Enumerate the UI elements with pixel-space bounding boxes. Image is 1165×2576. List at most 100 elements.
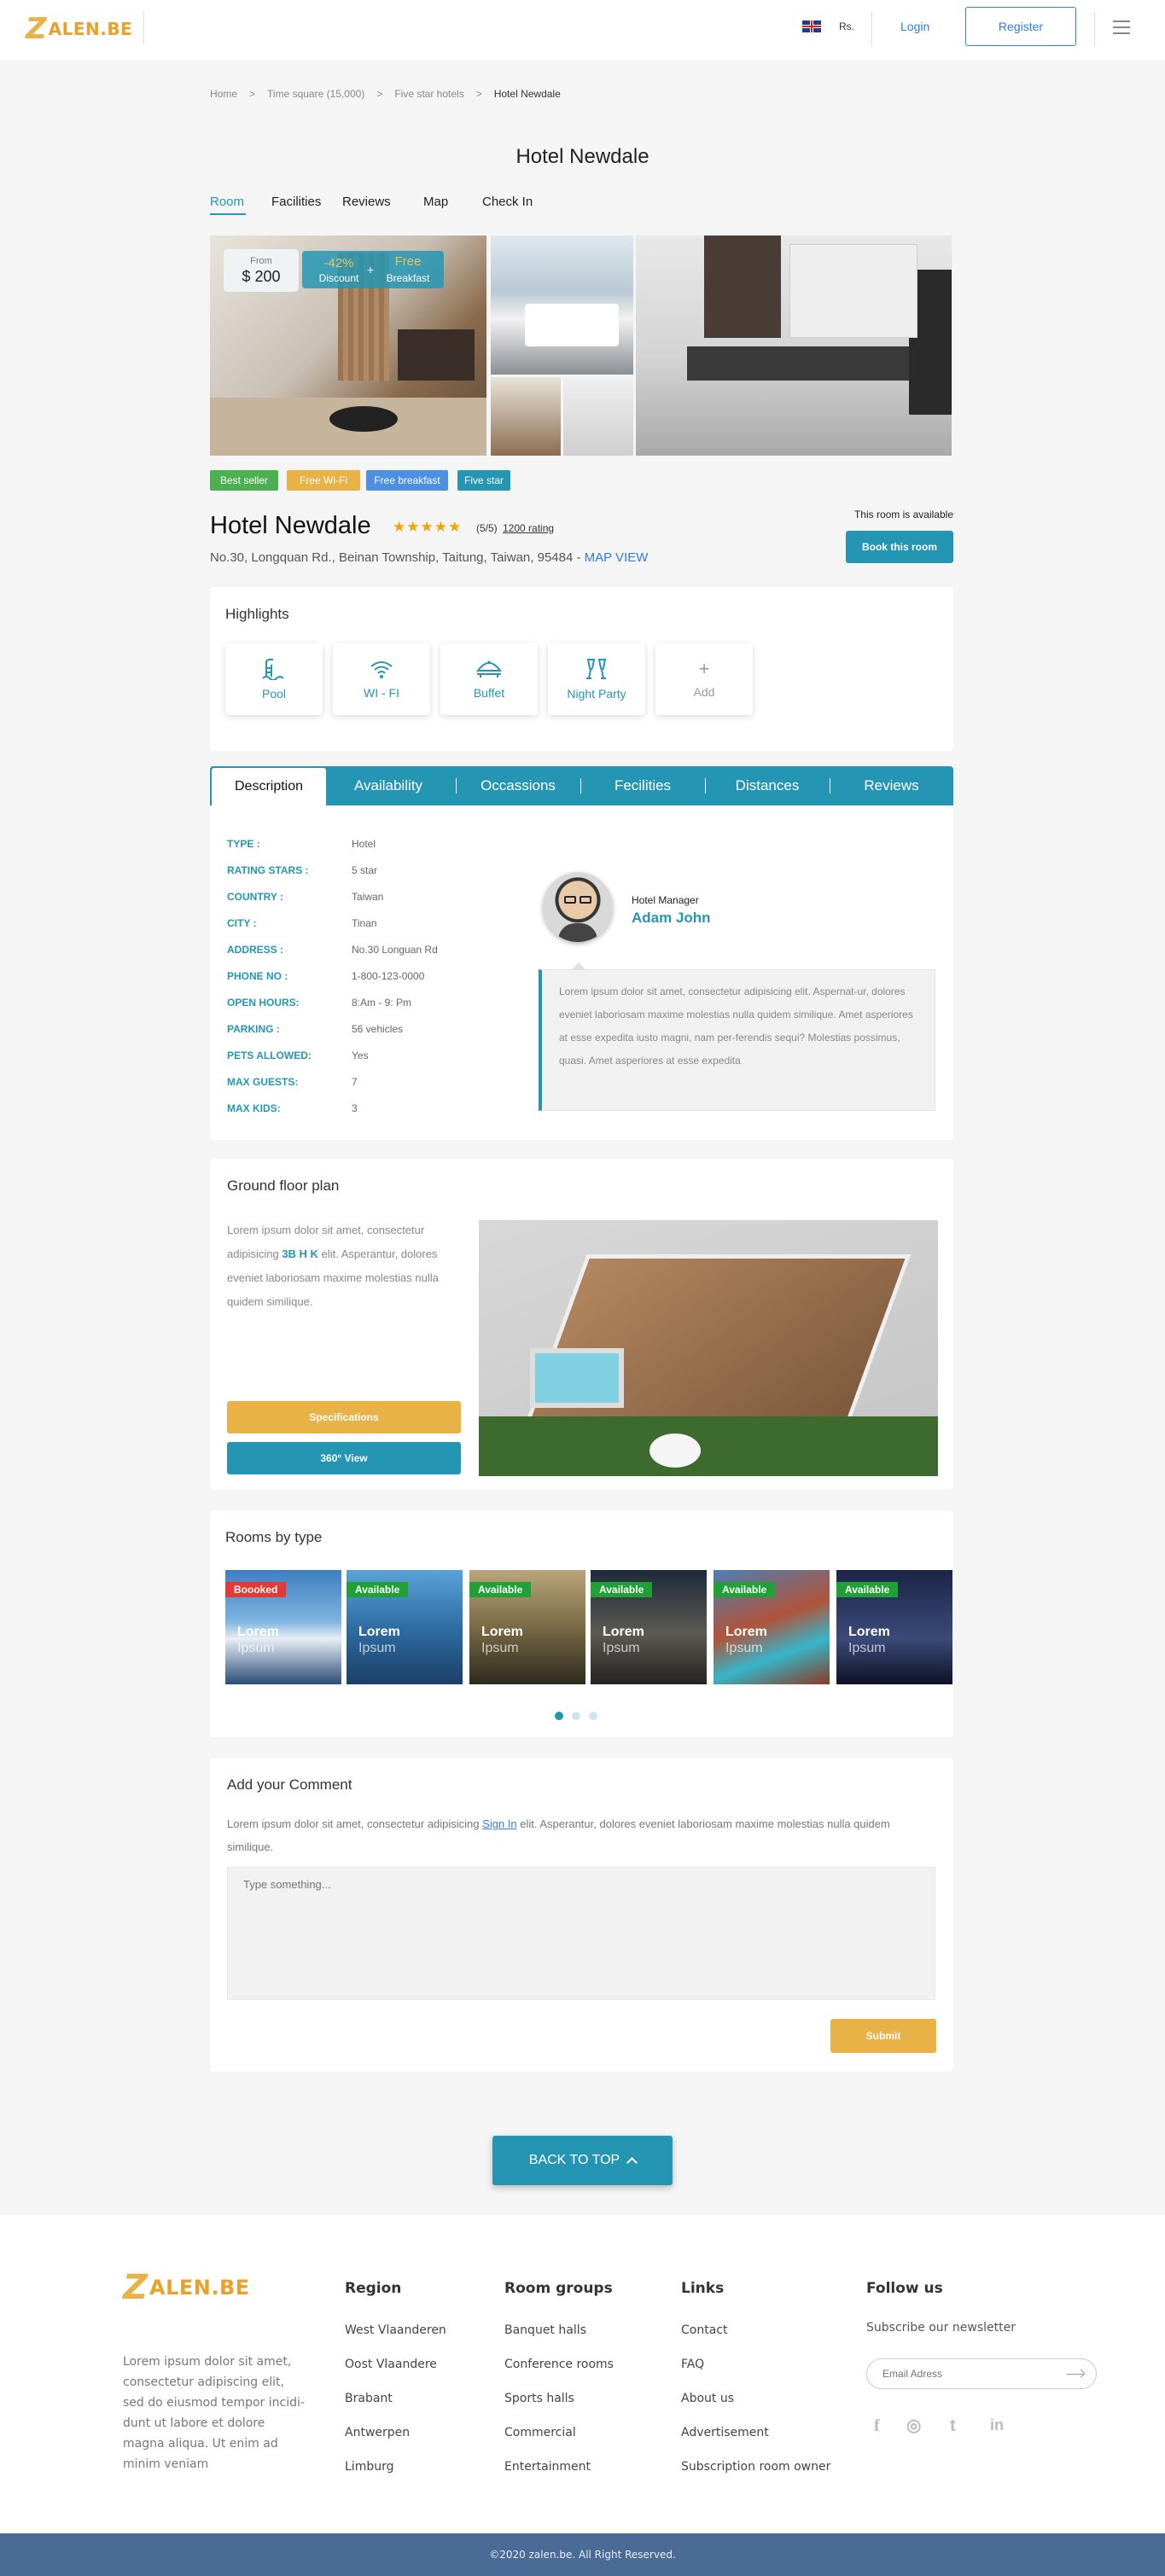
party-icon — [586, 659, 607, 679]
comment-textarea[interactable] — [227, 1867, 935, 2000]
footer-group-link[interactable]: Commercial — [504, 2426, 576, 2439]
breadcrumb-city[interactable]: Time square (15,000) — [267, 88, 364, 100]
logo-mark: Z — [26, 12, 47, 46]
carousel-dot[interactable] — [589, 1712, 597, 1720]
site-header: Z ALEN.BE Rs. Login Register — [0, 0, 1165, 61]
highlights-card: Highlights Pool WI - FI Buffet Night Par… — [210, 587, 953, 751]
tab-description[interactable]: Description — [212, 768, 326, 805]
email-input[interactable] — [882, 2366, 1045, 2381]
site-logo[interactable]: Z ALEN.BE — [26, 12, 132, 46]
tab-distances[interactable]: Distances — [705, 766, 830, 805]
footer-group-link[interactable]: Banquet halls — [504, 2323, 586, 2337]
tab-occasions[interactable]: Occassions — [456, 766, 580, 805]
footer-group-link[interactable]: Sports halls — [504, 2392, 574, 2405]
highlights-title: Highlights — [225, 606, 289, 622]
footer-follow-title: Follow us — [866, 2280, 943, 2297]
gallery-thumb-photo[interactable] — [491, 377, 561, 456]
carousel-dot[interactable] — [572, 1712, 580, 1720]
breadcrumb: Home > Time square (15,000) > Five star … — [210, 88, 561, 100]
login-link[interactable]: Login — [900, 20, 929, 33]
badge-free-wifi: Free Wi-Fi — [287, 470, 360, 491]
badge-free-breakfast: Free breakfast — [366, 470, 448, 491]
tab-reviews[interactable]: Reviews — [342, 195, 391, 209]
specifications-button[interactable]: Specifications — [227, 1401, 461, 1433]
highlight-night-party[interactable]: Night Party — [548, 643, 645, 715]
tab-availability[interactable]: Availability — [326, 766, 451, 805]
map-view-link[interactable]: MAP VIEW — [585, 550, 649, 565]
tab-reviews-detail[interactable]: Reviews — [830, 766, 953, 805]
highlight-wifi[interactable]: WI - FI — [333, 643, 430, 715]
status-badge: Available — [714, 1582, 776, 1597]
hotel-name: Hotel Newdale — [210, 512, 371, 539]
gallery-bedroom-photo[interactable] — [491, 236, 633, 375]
breadcrumb-category[interactable]: Five star hotels — [394, 88, 463, 100]
highlight-pool[interactable]: Pool — [225, 643, 323, 715]
room-tile[interactable]: Available Lorem Ipsum — [591, 1570, 707, 1684]
breadcrumb-home[interactable]: Home — [210, 88, 237, 100]
tab-room[interactable]: Room — [210, 195, 244, 209]
footer-link[interactable]: Advertisement — [681, 2426, 769, 2439]
back-to-top-button[interactable]: BACK TO TOP — [492, 2136, 673, 2185]
footer-group-link[interactable]: Conference rooms — [504, 2358, 614, 2371]
room-tile[interactable]: Available Lorem Ipsum — [469, 1570, 585, 1684]
floor-plan-3d-image[interactable] — [479, 1220, 938, 1476]
manager-name: Adam John — [632, 910, 711, 926]
footer-region-link[interactable]: Oost Vlaandere — [345, 2358, 437, 2371]
submit-button[interactable]: Submit — [830, 2019, 936, 2053]
room-tile[interactable]: Available Lorem Ipsum — [347, 1570, 463, 1684]
room-tile[interactable]: Available Lorem Ipsum — [714, 1570, 830, 1684]
rating-count-link[interactable]: 1200 rating — [503, 522, 554, 534]
footer-region-link[interactable]: Antwerpen — [345, 2426, 410, 2439]
star-rating-icon: ★★★★★ — [393, 519, 463, 535]
wifi-icon — [370, 661, 393, 678]
tab-facilities-detail[interactable]: Fecilities — [580, 766, 705, 805]
footer-link[interactable]: Contact — [681, 2323, 727, 2337]
uk-flag-icon[interactable] — [802, 20, 821, 32]
register-button[interactable]: Register — [965, 7, 1076, 46]
tab-map[interactable]: Map — [423, 195, 448, 209]
footer-link[interactable]: Subscription room owner — [681, 2460, 830, 2474]
manager-role: Hotel Manager — [632, 894, 699, 906]
hotel-address: No.30, Longquan Rd., Beinan Township, Ta… — [210, 550, 649, 565]
hamburger-menu-icon[interactable] — [1113, 20, 1130, 34]
footer-region-link[interactable]: Brabant — [345, 2392, 393, 2405]
newsletter-label: Subscribe our newsletter — [866, 2321, 1016, 2335]
status-badge: Available — [591, 1582, 653, 1597]
deal-chip: -42% Discount + Free Breakfast — [302, 251, 444, 288]
room-tile[interactable]: Boooked Lorem Ipsum — [225, 1570, 341, 1684]
gallery-bathroom-photo[interactable] — [563, 377, 633, 456]
highlight-add[interactable]: + Add — [655, 643, 753, 715]
gallery-kitchen-photo[interactable] — [636, 236, 952, 456]
logo-text: ALEN.BE — [48, 19, 133, 39]
footer-groups-title: Room groups — [504, 2280, 613, 2297]
currency-selector[interactable]: Rs. — [839, 20, 854, 32]
facebook-icon[interactable]: f — [874, 2416, 880, 2436]
manager-quote-box: Lorem ipsum dolor sit amet, consectetur … — [539, 969, 935, 1111]
sign-in-link[interactable]: Sign In — [482, 1817, 516, 1830]
tab-check-in[interactable]: Check In — [482, 195, 533, 209]
view-360-button[interactable]: 360° View — [227, 1442, 461, 1474]
breadcrumb-current: Hotel Newdale — [493, 88, 561, 100]
highlight-buffet[interactable]: Buffet — [440, 643, 538, 715]
newsletter-email-field[interactable] — [866, 2358, 1097, 2389]
book-room-button[interactable]: Book this room — [846, 531, 953, 563]
badge-five-star: Five star — [457, 470, 510, 491]
twitter-icon[interactable]: t — [950, 2416, 956, 2436]
availability-text: This room is available — [853, 509, 953, 520]
footer-link[interactable]: FAQ — [681, 2358, 704, 2371]
active-tab-indicator — [210, 213, 246, 215]
carousel-dot-active[interactable] — [555, 1712, 563, 1720]
divider — [1094, 12, 1095, 46]
linkedin-icon[interactable]: in — [990, 2416, 1004, 2434]
room-tile[interactable]: Available Lorem Ipsum — [836, 1570, 952, 1684]
instagram-icon[interactable]: ◎ — [906, 2415, 921, 2436]
footer-logo[interactable]: Z ALEN.BE — [123, 2268, 250, 2307]
logo-text: ALEN.BE — [149, 2276, 250, 2300]
footer-link[interactable]: About us — [681, 2392, 734, 2405]
footer-region-link[interactable]: Limburg — [345, 2460, 393, 2474]
tab-facilities[interactable]: Facilities — [271, 195, 321, 209]
status-badge: Available — [836, 1582, 899, 1597]
arrow-right-icon[interactable] — [1067, 2369, 1086, 2378]
footer-region-link[interactable]: West Vlaanderen — [345, 2323, 446, 2337]
footer-group-link[interactable]: Entertainment — [504, 2460, 591, 2474]
